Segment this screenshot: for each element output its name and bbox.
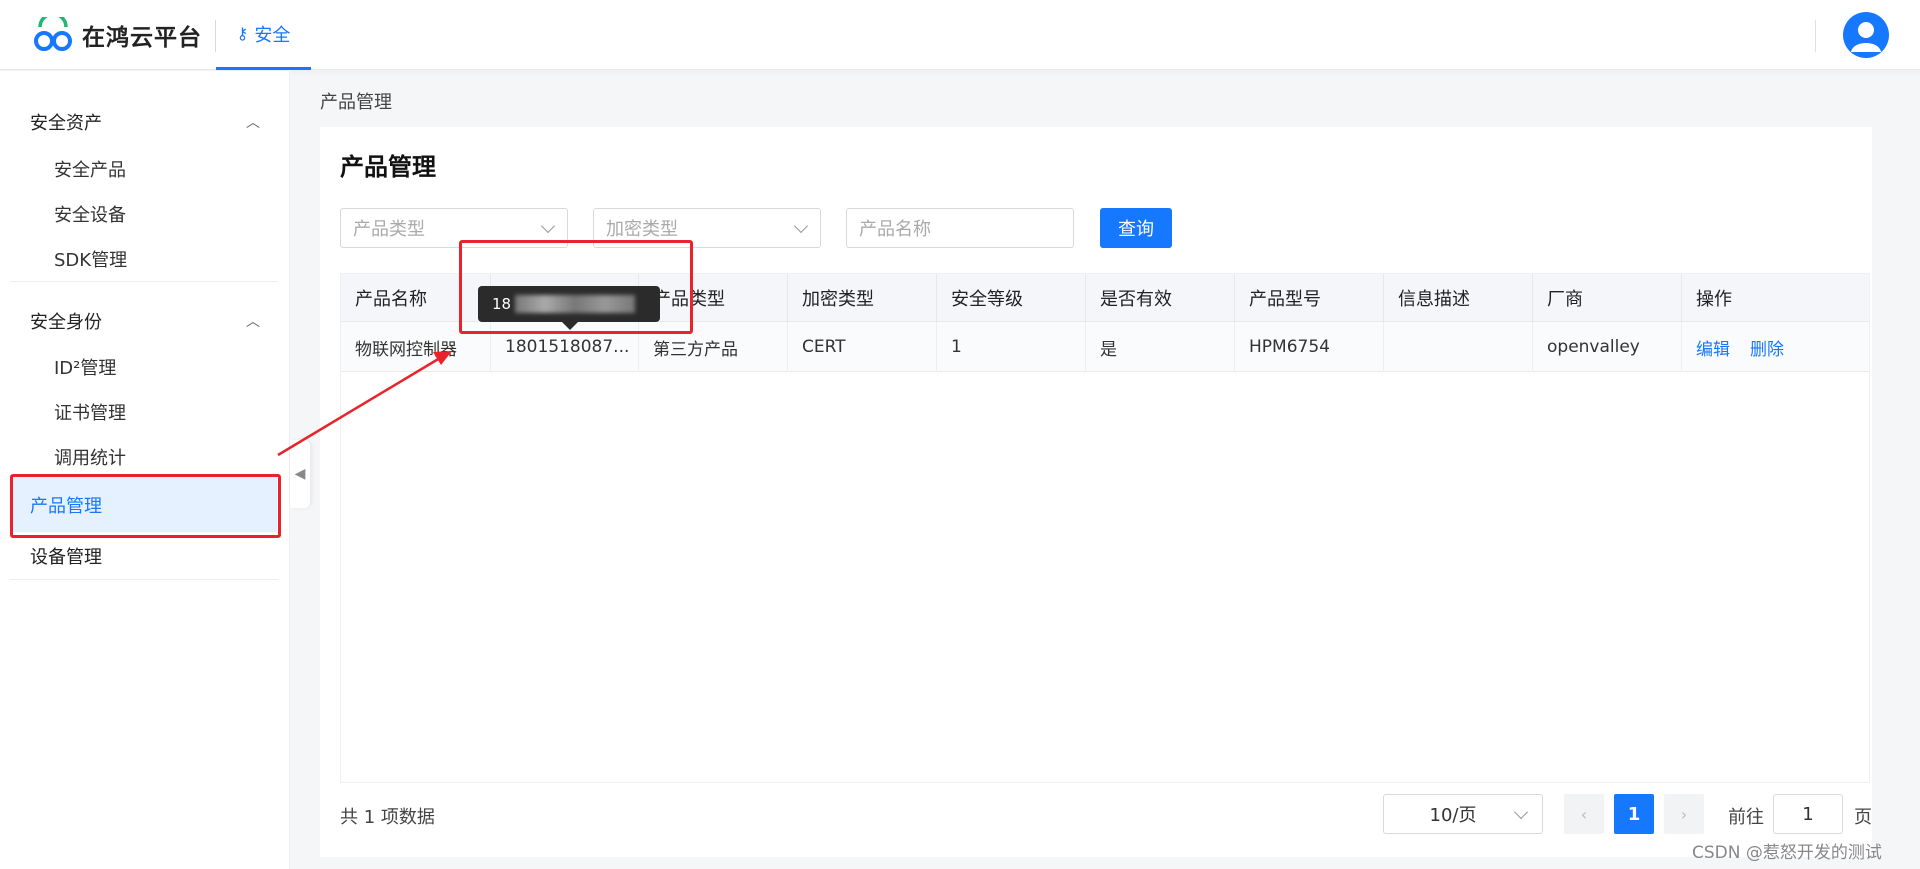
watermark: CSDN @惹怒开发的测试 xyxy=(1692,843,1882,863)
annotation-arrow xyxy=(277,351,452,457)
